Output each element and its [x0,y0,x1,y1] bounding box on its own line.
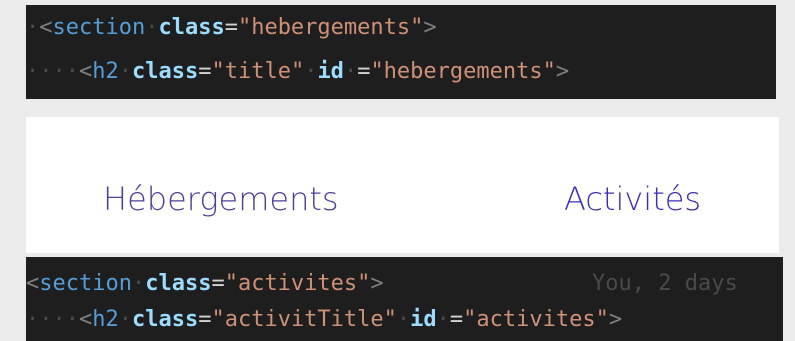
code-line-section-activites: <section·class="activites"> [26,267,384,301]
attribute-class: class [145,271,212,296]
code-line-h2-activit-title: ····<h2·class="activitTitle"·id·="activi… [26,303,622,337]
attribute-value: "hebergements" [370,59,556,84]
code-line-section-hebergements: ·<section·class="hebergements"> [26,11,437,45]
tag-close-bracket: > [608,307,623,332]
equals-sign: = [198,59,212,84]
tag-close-bracket: > [555,59,570,84]
whitespace-dot: · [304,59,318,84]
equals-sign: = [211,271,225,296]
attribute-value: "activitTitle" [211,307,397,332]
tag-open-bracket: < [78,59,93,84]
rendered-page-preview: Hébergements Activités [26,117,779,253]
nav-link-activites[interactable]: Activités [564,177,701,221]
attribute-id: id [317,59,344,84]
equals-sign: = [357,59,371,84]
equals-sign: = [224,15,238,40]
attribute-class: class [158,15,225,40]
tag-open-bracket: < [39,15,53,40]
tag-open-bracket: < [78,307,93,332]
whitespace-dot: · [118,59,132,84]
tag-name: h2 [92,307,119,332]
attribute-class: class [131,307,199,332]
tag-open-bracket: < [26,271,40,296]
whitespace-dot: · [343,59,358,84]
whitespace-dots: ···· [26,307,79,332]
equals-sign: = [449,307,464,332]
attribute-value: "activites" [224,271,371,296]
whitespace-dot: · [436,307,450,332]
code-line-h2-title: ····<h2·class="title"·id·="hebergements"… [26,55,569,89]
tag-close-bracket: > [370,271,384,296]
whitespace-dots: ···· [26,59,79,84]
whitespace-dots: · [26,15,40,40]
tag-close-bracket: > [423,15,437,40]
attribute-value: "hebergements" [237,15,424,40]
nav-link-hebergements[interactable]: Hébergements [103,177,339,221]
tag-name: h2 [92,59,119,84]
whitespace-dot: · [118,307,132,332]
code-editor-top: ·<section·class="hebergements"> ····<h2·… [26,5,776,99]
attribute-value: "activites" [463,307,609,332]
attribute-id: id [410,307,437,332]
whitespace-dot: · [145,15,159,40]
whitespace-dot: · [396,307,411,332]
git-blame-annotation: You, 2 days [592,271,738,296]
whitespace-dot: · [131,271,146,296]
equals-sign: = [198,307,212,332]
tag-name: section [52,15,146,40]
attribute-class: class [131,59,199,84]
attribute-value: "title" [211,59,305,84]
tag-name: section [39,271,132,296]
code-editor-bottom: <section·class="activites"> You, 2 days … [26,257,783,341]
